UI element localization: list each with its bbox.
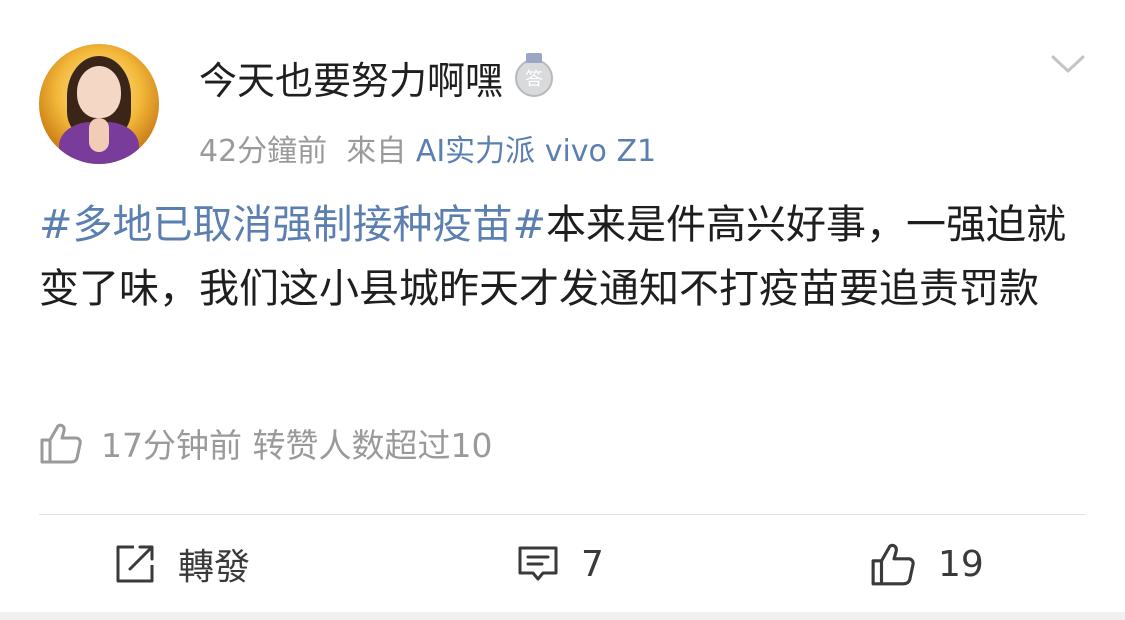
post-source[interactable]: AI实力派 vivo Z1 <box>416 134 656 169</box>
like-note-text: 17分钟前 转赞人数超过10 <box>101 426 493 465</box>
like-note: 17分钟前 转赞人数超过10 <box>39 418 492 468</box>
repost-button[interactable]: 轉發 <box>114 538 250 590</box>
divider <box>39 514 1086 515</box>
thumbs-up-icon <box>40 423 82 464</box>
repost-label: 轉發 <box>178 547 251 588</box>
comment-count: 7 <box>581 543 604 585</box>
avatar[interactable] <box>39 44 159 164</box>
chevron-down-icon[interactable] <box>1050 52 1086 76</box>
like-button[interactable]: 19 <box>870 538 984 590</box>
comment-button[interactable]: 7 <box>517 538 604 590</box>
medal-answer-icon <box>515 52 554 97</box>
post-meta: 42分鐘前 來自 AI实力派 vivo Z1 <box>199 126 656 170</box>
username[interactable]: 今天也要努力啊嘿 <box>199 50 503 105</box>
comment-icon <box>518 546 558 581</box>
post-content: #多地已取消强制接种疫苗#本来是件高兴好事，一强迫就变了味，我们这小县城昨天才发… <box>39 193 1089 321</box>
avatar-hands <box>89 118 109 152</box>
avatar-face <box>77 66 121 118</box>
post-time: 42分鐘前 <box>199 134 328 169</box>
from-label: 來自 <box>346 134 407 169</box>
thumbs-up-icon <box>871 543 915 586</box>
username-row[interactable]: 今天也要努力啊嘿 <box>199 50 554 105</box>
hashtag-link[interactable]: #多地已取消强制接种疫苗# <box>39 202 546 248</box>
share-icon <box>116 545 154 583</box>
bottom-separator <box>0 612 1125 620</box>
like-count: 19 <box>938 543 984 585</box>
